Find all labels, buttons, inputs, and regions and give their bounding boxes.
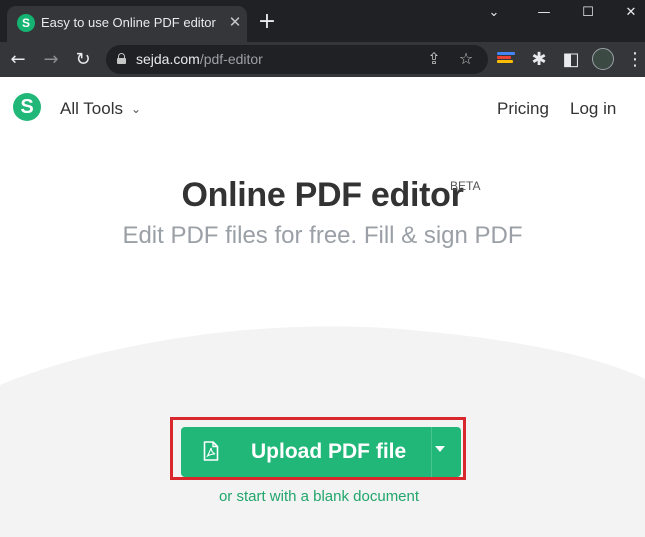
lock-icon[interactable] xyxy=(117,53,126,64)
browser-tab-strip: S Easy to use Online PDF editor ✕ + ⌄ — … xyxy=(0,0,645,42)
address-bar[interactable]: sejda.com/pdf-editor ⇪ ☆ xyxy=(106,45,488,74)
arrow-right-icon[interactable]: → xyxy=(40,49,62,71)
tab-title: Easy to use Online PDF editor xyxy=(41,15,216,30)
url-text[interactable]: sejda.com/pdf-editor xyxy=(136,51,263,68)
arrow-left-icon[interactable]: ← xyxy=(7,49,29,71)
caret-down-icon[interactable] xyxy=(435,446,445,452)
close-icon[interactable]: ✕ xyxy=(226,13,244,31)
sejda-favicon-icon: S xyxy=(17,14,35,32)
upload-button-label: Upload PDF file xyxy=(251,440,407,463)
hero-title-row: Online PDF editor xyxy=(0,175,645,215)
button-divider xyxy=(431,427,432,477)
browser-tab[interactable]: S Easy to use Online PDF editor ✕ xyxy=(7,6,247,42)
kebab-menu-icon[interactable]: ⋮ xyxy=(624,49,645,71)
plus-icon[interactable]: + xyxy=(256,11,278,33)
page-subtitle: Edit PDF files for free. Fill & sign PDF xyxy=(122,222,523,249)
window-close-icon[interactable]: ✕ xyxy=(620,4,642,22)
url-host: sejda.com xyxy=(136,51,200,67)
cut-off-description-text xyxy=(118,529,518,537)
share-icon[interactable]: ⇪ xyxy=(424,49,444,69)
upload-highlight-box: Upload PDF file xyxy=(170,417,466,480)
upload-pdf-button[interactable]: Upload PDF file xyxy=(181,427,461,477)
avatar[interactable] xyxy=(592,48,614,70)
beta-badge: BETA xyxy=(450,179,481,193)
page-content: S All Tools ⌄ Pricing Log in Online PDF … xyxy=(0,77,645,537)
star-icon[interactable]: ☆ xyxy=(456,49,476,69)
page-title: Online PDF editor xyxy=(181,176,464,214)
all-tools-menu[interactable]: All Tools xyxy=(60,99,123,119)
sidepanel-icon[interactable]: ◧ xyxy=(560,49,582,71)
sejda-logo[interactable]: S xyxy=(13,93,41,121)
pdf-file-icon xyxy=(203,441,219,461)
browser-toolbar: ← → ↻ sejda.com/pdf-editor ⇪ ☆ ✱ ◧ ⋮ xyxy=(0,42,645,77)
url-path: /pdf-editor xyxy=(199,51,263,67)
login-link[interactable]: Log in xyxy=(570,99,616,119)
chevron-down-icon[interactable]: ⌄ xyxy=(483,4,505,22)
maximize-icon[interactable]: ☐ xyxy=(577,4,599,22)
reload-icon[interactable]: ↻ xyxy=(72,49,94,71)
blank-document-link[interactable]: or start with a blank document xyxy=(0,488,638,506)
puzzle-icon[interactable]: ✱ xyxy=(528,49,550,71)
color-extension-icon[interactable] xyxy=(497,52,515,66)
minimize-icon[interactable]: — xyxy=(533,4,555,22)
chevron-down-icon[interactable]: ⌄ xyxy=(131,99,141,119)
pricing-link[interactable]: Pricing xyxy=(497,99,549,119)
